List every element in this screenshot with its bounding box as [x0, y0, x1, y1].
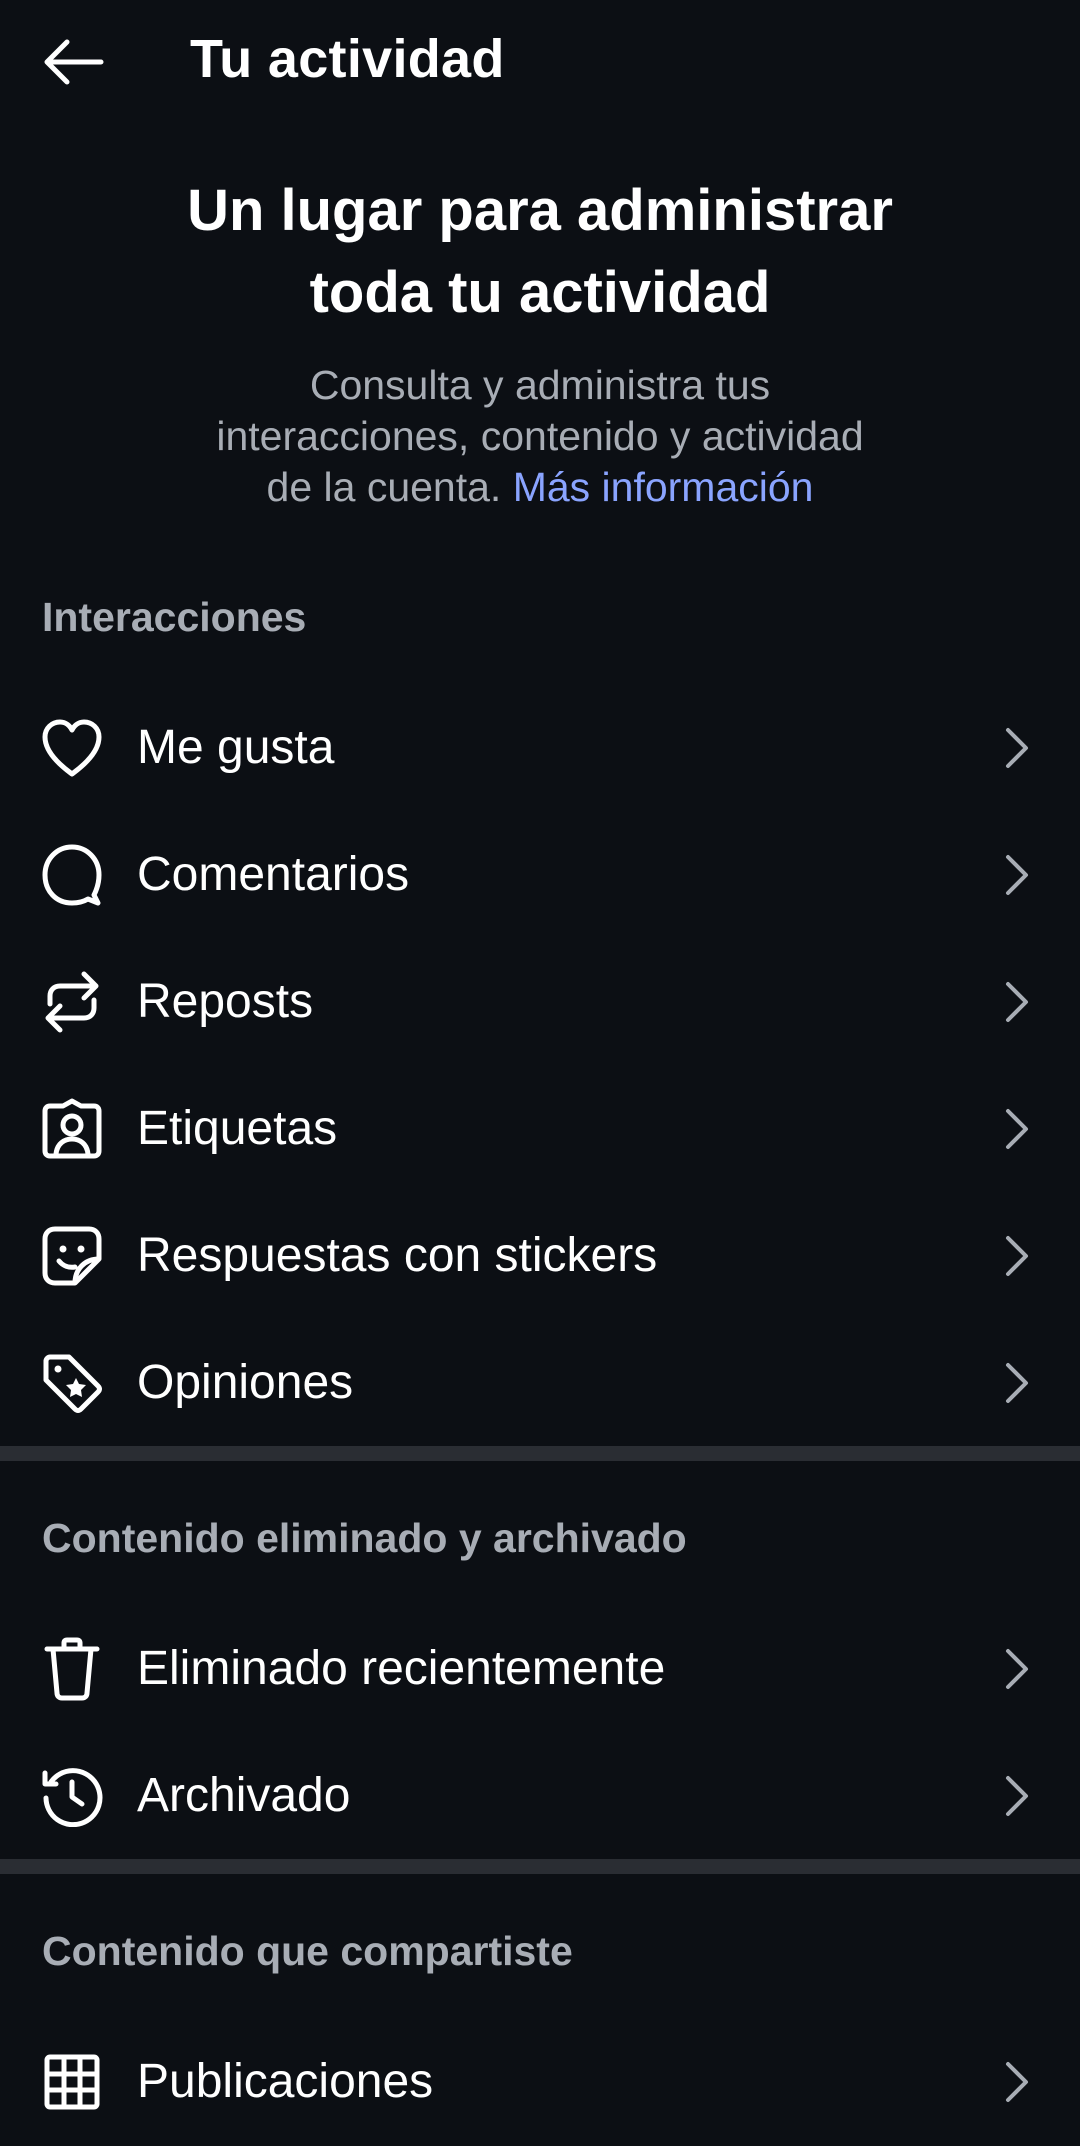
more-info-link[interactable]: Más información: [513, 464, 814, 510]
chevron-right-icon: [1006, 1649, 1028, 1689]
section-header-interactions: Interacciones: [42, 594, 307, 640]
chevron-right-icon: [1006, 1363, 1028, 1403]
list-item-reposts[interactable]: Reposts: [0, 938, 1080, 1065]
chevron-right-icon: [1006, 1776, 1028, 1816]
trash-icon: [38, 1635, 106, 1703]
comment-icon: [38, 841, 106, 909]
section-divider: [0, 1859, 1080, 1874]
list-item-label: Publicaciones: [137, 2055, 434, 2108]
list-item-label: Opiniones: [137, 1356, 354, 1409]
list-item-label: Etiquetas: [137, 1102, 338, 1155]
hero-title-line: toda tu actividad: [309, 260, 771, 325]
chevron-right-icon: [1006, 728, 1028, 768]
app-bar: Tu actividad: [0, 0, 1080, 120]
hero-description: Consulta y administra tus interacciones,…: [150, 360, 930, 513]
list-item-recently-deleted[interactable]: Eliminado recientemente: [0, 1605, 1080, 1732]
list-item-sticker-replies[interactable]: Respuestas con stickers: [0, 1192, 1080, 1319]
hero-description-line: Consulta y administra tus: [309, 362, 771, 408]
chevron-right-icon: [1006, 1109, 1028, 1149]
list-item-comments[interactable]: Comentarios: [0, 811, 1080, 938]
hero-title-line: Un lugar para administrar: [187, 178, 893, 243]
hero-description-line: de la cuenta. Más información: [150, 462, 930, 513]
list-item-label: Reposts: [137, 975, 314, 1028]
list-item-label: Eliminado recientemente: [137, 1642, 666, 1695]
tag-person-icon: [38, 1095, 106, 1163]
list-item-archived[interactable]: Archivado: [0, 1732, 1080, 1859]
history-icon: [38, 1762, 106, 1830]
section-header-shared-content: Contenido que compartiste: [42, 1928, 573, 1974]
chevron-right-icon: [1006, 2062, 1028, 2102]
page-title: Tu actividad: [190, 29, 505, 89]
hero-description-text: de la cuenta.: [266, 464, 513, 510]
list-item-label: Respuestas con stickers: [137, 1229, 658, 1282]
chevron-right-icon: [1006, 855, 1028, 895]
hero-title: Un lugar para administrar toda tu activi…: [140, 170, 940, 334]
hero-description-line: interacciones, contenido y actividad: [216, 413, 864, 459]
section-divider: [0, 1446, 1080, 1461]
grid-icon: [38, 2048, 106, 2116]
list-item-label: Archivado: [137, 1769, 351, 1822]
sticker-icon: [38, 1222, 106, 1290]
repost-icon: [38, 968, 106, 1036]
price-tag-star-icon: [38, 1349, 106, 1417]
list-item-reviews[interactable]: Opiniones: [0, 1319, 1080, 1446]
back-button[interactable]: [30, 22, 116, 102]
list-item-likes[interactable]: Me gusta: [0, 684, 1080, 811]
list-item-tags[interactable]: Etiquetas: [0, 1065, 1080, 1192]
heart-icon: [38, 714, 106, 782]
chevron-right-icon: [1006, 1236, 1028, 1276]
chevron-right-icon: [1006, 982, 1028, 1022]
back-arrow-icon: [44, 39, 104, 85]
section-header-deleted-archived: Contenido eliminado y archivado: [42, 1515, 687, 1561]
list-item-label: Me gusta: [137, 721, 335, 774]
list-item-posts[interactable]: Publicaciones: [0, 2018, 1080, 2145]
list-item-label: Comentarios: [137, 848, 410, 901]
